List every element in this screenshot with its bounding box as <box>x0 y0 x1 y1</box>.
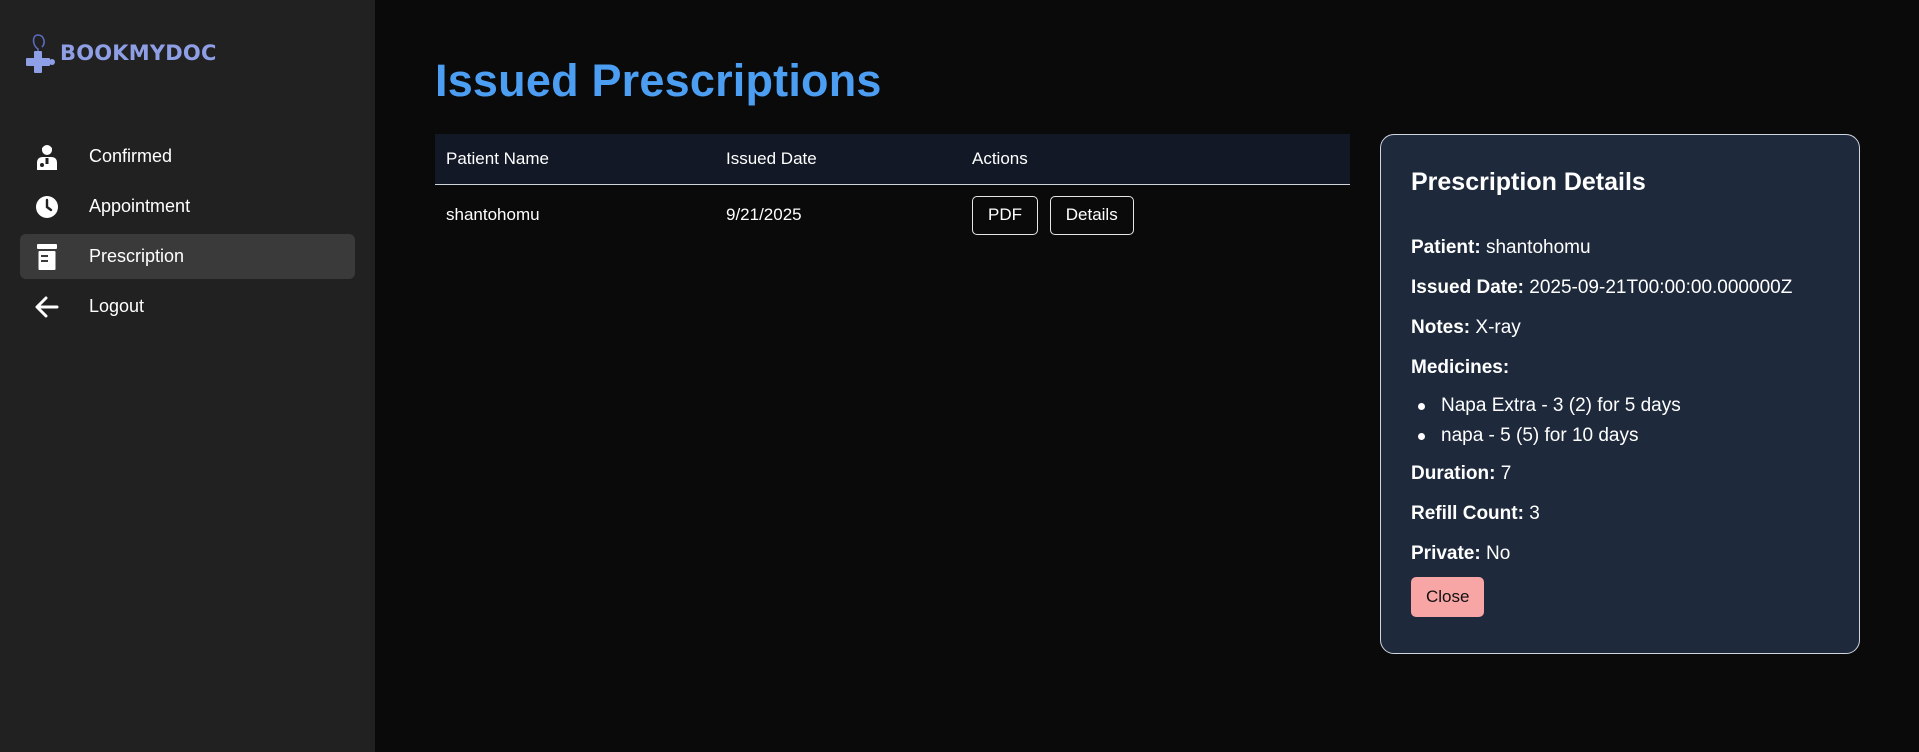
doctor-icon <box>34 144 60 170</box>
detail-patient: Patient: shantohomu <box>1411 235 1829 261</box>
detail-notes: Notes: X-ray <box>1411 315 1829 341</box>
detail-refill-value: 3 <box>1529 503 1540 524</box>
detail-issued-value: 2025-09-21T00:00:00.000000Z <box>1529 277 1793 298</box>
cell-patient-name: shantohomu <box>446 205 540 225</box>
prescriptions-table-wrapper: Patient Name Issued Date Actions shantoh… <box>435 134 1350 246</box>
detail-medicines: Medicines: <box>1411 355 1829 381</box>
detail-issued-date: Issued Date: 2025-09-21T00:00:00.000000Z <box>1411 275 1829 301</box>
detail-refill-label: Refill Count: <box>1411 503 1524 524</box>
detail-private-label: Private: <box>1411 543 1481 564</box>
arrow-left-icon <box>34 294 60 320</box>
detail-notes-value: X-ray <box>1475 317 1521 338</box>
table-header-row: Patient Name Issued Date Actions <box>435 134 1350 185</box>
content-row: Patient Name Issued Date Actions shantoh… <box>435 134 1919 654</box>
prescription-details-panel: Prescription Details Patient: shantohomu… <box>1380 134 1860 654</box>
sidebar-item-logout[interactable]: Logout <box>20 284 355 329</box>
detail-issued-label: Issued Date: <box>1411 277 1524 298</box>
column-header-issued-date: Issued Date <box>715 134 961 185</box>
detail-private: Private: No <box>1411 541 1829 567</box>
sidebar-item-confirmed[interactable]: Confirmed <box>20 134 355 179</box>
details-title: Prescription Details <box>1411 168 1646 196</box>
detail-medicines-label: Medicines: <box>1411 357 1510 378</box>
detail-private-value: No <box>1485 543 1511 564</box>
medical-cross-stethoscope-icon <box>24 31 58 75</box>
cell-issued-date: 9/21/2025 <box>726 205 802 225</box>
list-item: napa - 5 (5) for 10 days <box>1411 421 1829 451</box>
logo-text: BOOKMYDOC <box>60 41 217 65</box>
column-header-patient-name: Patient Name <box>435 134 715 185</box>
app-root: BOOKMYDOC Confirmed Appointment Prescrip… <box>0 0 1919 752</box>
detail-refill-count: Refill Count: 3 <box>1411 501 1829 527</box>
column-header-actions: Actions <box>961 134 1350 185</box>
detail-patient-value: shantohomu <box>1485 237 1591 258</box>
table-header: Patient Name Issued Date Actions <box>435 134 1350 185</box>
sidebar-item-prescription[interactable]: Prescription <box>20 234 355 279</box>
main-content: Issued Prescriptions Patient Name Issued… <box>375 0 1919 752</box>
pdf-button[interactable]: PDF <box>972 195 1038 235</box>
detail-duration: Duration: 7 <box>1411 461 1829 487</box>
prescriptions-table: Patient Name Issued Date Actions shantoh… <box>435 134 1350 246</box>
detail-patient-label: Patient: <box>1411 237 1481 258</box>
table-row: shantohomu 9/21/2025 PDF Details <box>435 184 1350 246</box>
close-button[interactable]: Close <box>1411 577 1485 617</box>
sidebar-nav: Confirmed Appointment Prescription Logou… <box>20 134 355 329</box>
list-item: Napa Extra - 3 (2) for 5 days <box>1411 391 1829 421</box>
clock-icon <box>34 194 60 220</box>
sidebar-item-label: Prescription <box>89 246 185 266</box>
page-title: Issued Prescriptions <box>435 55 882 106</box>
sidebar-item-appointment[interactable]: Appointment <box>20 184 355 229</box>
details-button[interactable]: Details <box>1049 195 1134 235</box>
detail-duration-label: Duration: <box>1411 463 1496 484</box>
prescription-icon <box>34 243 60 270</box>
detail-duration-value: 7 <box>1500 463 1512 484</box>
sidebar-item-label: Confirmed <box>89 146 173 166</box>
cell-actions: PDF Details <box>961 184 1350 246</box>
logo[interactable]: BOOKMYDOC <box>20 20 355 86</box>
sidebar-item-label: Logout <box>89 296 145 316</box>
sidebar: BOOKMYDOC Confirmed Appointment Prescrip… <box>0 0 375 752</box>
detail-notes-label: Notes: <box>1411 317 1471 338</box>
table-body: shantohomu 9/21/2025 PDF Details <box>435 184 1350 246</box>
sidebar-item-label: Appointment <box>89 196 191 216</box>
medicines-list: Napa Extra - 3 (2) for 5 days napa - 5 (… <box>1411 391 1829 451</box>
